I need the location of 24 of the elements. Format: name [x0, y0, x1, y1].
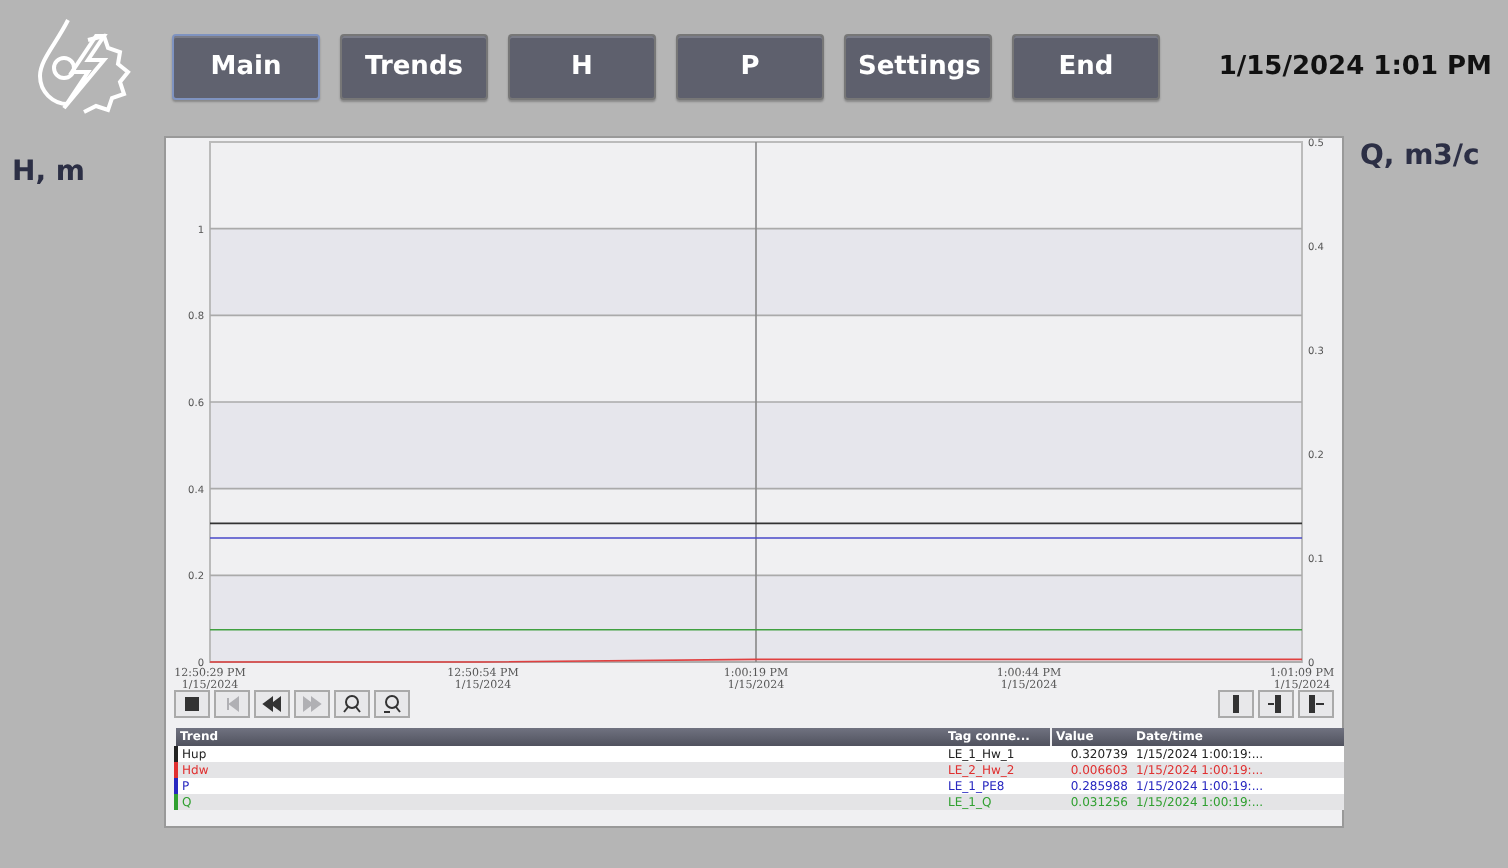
date-time: 1/15/2024 1:01 PM: [1218, 51, 1492, 81]
nav-tab[interactable]: Main: [172, 33, 320, 99]
toolbar-button[interactable]: [174, 690, 210, 718]
skip-back-icon: [222, 694, 242, 714]
nav-tab[interactable]: Settings: [844, 33, 992, 99]
toolbar-button[interactable]: [1298, 690, 1334, 718]
ruler-left-icon: [1266, 694, 1286, 714]
nav-tab[interactable]: End: [1012, 33, 1160, 99]
fast-forward-icon: [302, 694, 322, 714]
axis-title: Q, m3/c: [1360, 140, 1480, 172]
stop-icon: [182, 694, 202, 714]
toolbar-button[interactable]: [1258, 690, 1294, 718]
toolbar-button[interactable]: [1218, 690, 1254, 718]
axis-title: H, m: [12, 156, 85, 188]
toolbar-button[interactable]: [374, 690, 410, 718]
toolbar-button[interactable]: [334, 690, 370, 718]
toolbar-button[interactable]: [254, 690, 290, 718]
ruler-right-icon: [1306, 694, 1326, 714]
nav-tab[interactable]: P: [676, 33, 824, 99]
zoom-out-icon: [382, 694, 402, 714]
nav-tab[interactable]: H: [508, 33, 656, 99]
nav-tab[interactable]: Trends: [340, 33, 488, 99]
zoom-in-icon: [342, 694, 362, 714]
rewind-icon: [262, 694, 282, 714]
